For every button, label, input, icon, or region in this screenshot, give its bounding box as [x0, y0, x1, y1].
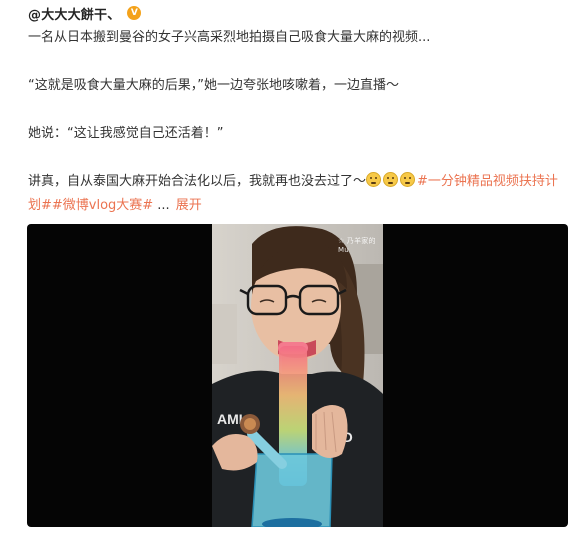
video-frame[interactable]: AMI EED ☆ 乃羊家的Mu — [212, 224, 383, 527]
post-text-line: “这就是吸食大量大麻的后果，”她一边夸张地咳嗽着，一边直播～ — [28, 78, 399, 93]
smile-emoji-icon — [383, 172, 399, 187]
post-author: @大大大餅干、 V — [28, 4, 142, 23]
post-text-line: 一名从日本搬到曼谷的女子兴高采烈地拍摄自己吸食大量大麻的视频... — [28, 30, 431, 45]
svg-text:AMI: AMI — [217, 411, 243, 427]
post-text-line: 她说：“这让我感觉自己还活着！” — [28, 126, 224, 141]
smile-emoji-icon — [366, 172, 382, 187]
hashtag-link[interactable]: #微博vlog大赛# — [52, 198, 153, 213]
video-watermark: ☆ 乃羊家的Mu — [338, 237, 376, 254]
post-text-paragraph: 讲真，自从泰国大麻开始合法化以后，我就再也没去过了～ #一分钟精品视频扶持计划##… — [28, 170, 568, 218]
author-name-link[interactable]: @大大大餅干、 — [28, 4, 120, 23]
verified-v-icon: V — [127, 6, 142, 20]
expand-button[interactable]: 展开 — [176, 198, 202, 213]
video-still-image: AMI EED — [212, 224, 383, 527]
post-text-line: 讲真，自从泰国大麻开始合法化以后，我就再也没去过了～ — [28, 174, 367, 189]
smile-emoji-icon — [400, 172, 416, 187]
ellipsis-text: ... — [157, 198, 170, 213]
video-player[interactable]: AMI EED ☆ 乃羊家的Mu — [27, 224, 568, 527]
post-content: 一名从日本搬到曼谷的女子兴高采烈地拍摄自己吸食大量大麻的视频... “这就是吸食… — [28, 26, 568, 218]
